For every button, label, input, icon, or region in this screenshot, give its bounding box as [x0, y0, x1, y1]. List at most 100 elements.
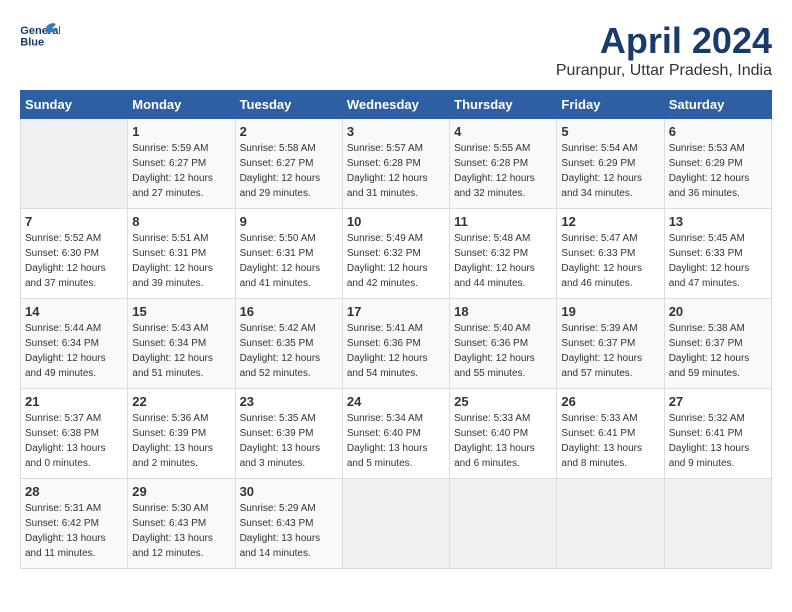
day-number: 7: [25, 214, 123, 229]
day-info: Sunrise: 5:40 AM Sunset: 6:36 PM Dayligh…: [454, 321, 552, 381]
weekday-header-thursday: Thursday: [450, 91, 557, 119]
day-number: 28: [25, 484, 123, 499]
day-info: Sunrise: 5:41 AM Sunset: 6:36 PM Dayligh…: [347, 321, 445, 381]
day-number: 10: [347, 214, 445, 229]
day-number: 11: [454, 214, 552, 229]
calendar-cell: 18Sunrise: 5:40 AM Sunset: 6:36 PM Dayli…: [450, 299, 557, 389]
week-row-0: 1 Sunrise: 5:59 AM Sunset: 6:27 PM Daylig…: [21, 119, 772, 209]
calendar-cell: 9 Sunrise: 5:50 AM Sunset: 6:31 PM Daylig…: [235, 209, 342, 299]
calendar-cell: 30 Sunrise: 5:29 AM Sunset: 6:43 PM Dayli…: [235, 479, 342, 569]
day-info: Sunrise: 5:31 AM Sunset: 6:42 PM Dayligh…: [25, 501, 123, 561]
day-number: 20: [669, 304, 767, 319]
weekday-header-friday: Friday: [557, 91, 664, 119]
day-info: Sunrise: 5:35 AM Sunset: 6:39 PM Dayligh…: [240, 411, 338, 471]
calendar-cell: 19 Sunrise: 5:39 AM Sunset: 6:37 PM Dayli…: [557, 299, 664, 389]
calendar-cell: 13 Sunrise: 5:45 AM Sunset: 6:33 PM Dayli…: [664, 209, 771, 299]
day-number: 19: [561, 304, 659, 319]
weekday-header-tuesday: Tuesday: [235, 91, 342, 119]
day-info: Sunrise: 5:42 AM Sunset: 6:35 PM Dayligh…: [240, 321, 338, 381]
calendar-cell: 11 Sunrise: 5:48 AM Sunset: 6:32 PM Dayli…: [450, 209, 557, 299]
day-number: 24: [347, 394, 445, 409]
week-row-2: 14 Sunrise: 5:44 AM Sunset: 6:34 PM Dayli…: [21, 299, 772, 389]
day-info: Sunrise: 5:33 AM Sunset: 6:41 PM Dayligh…: [561, 411, 659, 471]
day-number: 23: [240, 394, 338, 409]
day-number: 14: [25, 304, 123, 319]
day-number: 26: [561, 394, 659, 409]
calendar-cell: 1 Sunrise: 5:59 AM Sunset: 6:27 PM Daylig…: [128, 119, 235, 209]
day-info: Sunrise: 5:48 AM Sunset: 6:32 PM Dayligh…: [454, 231, 552, 291]
day-number: 29: [132, 484, 230, 499]
week-row-4: 28 Sunrise: 5:31 AM Sunset: 6:42 PM Dayli…: [21, 479, 772, 569]
day-info: Sunrise: 5:34 AM Sunset: 6:40 PM Dayligh…: [347, 411, 445, 471]
day-number: 27: [669, 394, 767, 409]
day-info: Sunrise: 5:51 AM Sunset: 6:31 PM Dayligh…: [132, 231, 230, 291]
day-info: Sunrise: 5:33 AM Sunset: 6:40 PM Dayligh…: [454, 411, 552, 471]
calendar-cell: 8 Sunrise: 5:51 AM Sunset: 6:31 PM Daylig…: [128, 209, 235, 299]
title-area: April 2024 Puranpur, Uttar Pradesh, Indi…: [556, 20, 772, 80]
calendar-cell: 12 Sunrise: 5:47 AM Sunset: 6:33 PM Dayli…: [557, 209, 664, 299]
day-info: Sunrise: 5:50 AM Sunset: 6:31 PM Dayligh…: [240, 231, 338, 291]
svg-text:Blue: Blue: [20, 36, 44, 48]
day-info: Sunrise: 5:59 AM Sunset: 6:27 PM Dayligh…: [132, 141, 230, 201]
day-number: 3: [347, 124, 445, 139]
calendar-cell: 27 Sunrise: 5:32 AM Sunset: 6:41 PM Dayli…: [664, 389, 771, 479]
calendar-cell: [342, 479, 449, 569]
day-info: Sunrise: 5:29 AM Sunset: 6:43 PM Dayligh…: [240, 501, 338, 561]
calendar-cell: [557, 479, 664, 569]
day-number: 5: [561, 124, 659, 139]
day-number: 9: [240, 214, 338, 229]
logo-icon: General Blue: [20, 20, 60, 50]
calendar-cell: 29Sunrise: 5:30 AM Sunset: 6:43 PM Dayli…: [128, 479, 235, 569]
week-row-3: 21Sunrise: 5:37 AM Sunset: 6:38 PM Dayli…: [21, 389, 772, 479]
calendar-cell: 26 Sunrise: 5:33 AM Sunset: 6:41 PM Dayli…: [557, 389, 664, 479]
day-info: Sunrise: 5:45 AM Sunset: 6:33 PM Dayligh…: [669, 231, 767, 291]
day-number: 15: [132, 304, 230, 319]
calendar-body: 1 Sunrise: 5:59 AM Sunset: 6:27 PM Daylig…: [21, 119, 772, 569]
day-info: Sunrise: 5:38 AM Sunset: 6:37 PM Dayligh…: [669, 321, 767, 381]
calendar-cell: [21, 119, 128, 209]
day-info: Sunrise: 5:55 AM Sunset: 6:28 PM Dayligh…: [454, 141, 552, 201]
calendar-cell: 15Sunrise: 5:43 AM Sunset: 6:34 PM Dayli…: [128, 299, 235, 389]
calendar-cell: 4 Sunrise: 5:55 AM Sunset: 6:28 PM Daylig…: [450, 119, 557, 209]
day-number: 21: [25, 394, 123, 409]
calendar-cell: 14 Sunrise: 5:44 AM Sunset: 6:34 PM Dayli…: [21, 299, 128, 389]
day-info: Sunrise: 5:53 AM Sunset: 6:29 PM Dayligh…: [669, 141, 767, 201]
day-number: 8: [132, 214, 230, 229]
calendar-cell: 10Sunrise: 5:49 AM Sunset: 6:32 PM Dayli…: [342, 209, 449, 299]
calendar-cell: 20 Sunrise: 5:38 AM Sunset: 6:37 PM Dayli…: [664, 299, 771, 389]
calendar-cell: 24 Sunrise: 5:34 AM Sunset: 6:40 PM Dayli…: [342, 389, 449, 479]
day-number: 6: [669, 124, 767, 139]
calendar-cell: 2Sunrise: 5:58 AM Sunset: 6:27 PM Daylig…: [235, 119, 342, 209]
day-info: Sunrise: 5:57 AM Sunset: 6:28 PM Dayligh…: [347, 141, 445, 201]
day-info: Sunrise: 5:47 AM Sunset: 6:33 PM Dayligh…: [561, 231, 659, 291]
day-info: Sunrise: 5:44 AM Sunset: 6:34 PM Dayligh…: [25, 321, 123, 381]
day-number: 12: [561, 214, 659, 229]
day-number: 22: [132, 394, 230, 409]
page-header: General Blue April 2024 Puranpur, Uttar …: [20, 20, 772, 80]
day-number: 1: [132, 124, 230, 139]
calendar-cell: 22Sunrise: 5:36 AM Sunset: 6:39 PM Dayli…: [128, 389, 235, 479]
calendar-cell: 21Sunrise: 5:37 AM Sunset: 6:38 PM Dayli…: [21, 389, 128, 479]
weekday-header-row: SundayMondayTuesdayWednesdayThursdayFrid…: [21, 91, 772, 119]
calendar-cell: 28 Sunrise: 5:31 AM Sunset: 6:42 PM Dayli…: [21, 479, 128, 569]
weekday-header-monday: Monday: [128, 91, 235, 119]
calendar-cell: 17Sunrise: 5:41 AM Sunset: 6:36 PM Dayli…: [342, 299, 449, 389]
weekday-header-saturday: Saturday: [664, 91, 771, 119]
day-number: 13: [669, 214, 767, 229]
location-subtitle: Puranpur, Uttar Pradesh, India: [556, 62, 772, 80]
calendar-cell: 25 Sunrise: 5:33 AM Sunset: 6:40 PM Dayli…: [450, 389, 557, 479]
calendar-cell: 23 Sunrise: 5:35 AM Sunset: 6:39 PM Dayli…: [235, 389, 342, 479]
day-number: 30: [240, 484, 338, 499]
day-info: Sunrise: 5:32 AM Sunset: 6:41 PM Dayligh…: [669, 411, 767, 471]
calendar-cell: 16Sunrise: 5:42 AM Sunset: 6:35 PM Dayli…: [235, 299, 342, 389]
day-number: 4: [454, 124, 552, 139]
day-info: Sunrise: 5:52 AM Sunset: 6:30 PM Dayligh…: [25, 231, 123, 291]
day-number: 25: [454, 394, 552, 409]
day-number: 2: [240, 124, 338, 139]
day-info: Sunrise: 5:54 AM Sunset: 6:29 PM Dayligh…: [561, 141, 659, 201]
weekday-header-wednesday: Wednesday: [342, 91, 449, 119]
calendar-cell: [664, 479, 771, 569]
week-row-1: 7 Sunrise: 5:52 AM Sunset: 6:30 PM Daylig…: [21, 209, 772, 299]
day-info: Sunrise: 5:39 AM Sunset: 6:37 PM Dayligh…: [561, 321, 659, 381]
calendar-cell: 6 Sunrise: 5:53 AM Sunset: 6:29 PM Daylig…: [664, 119, 771, 209]
